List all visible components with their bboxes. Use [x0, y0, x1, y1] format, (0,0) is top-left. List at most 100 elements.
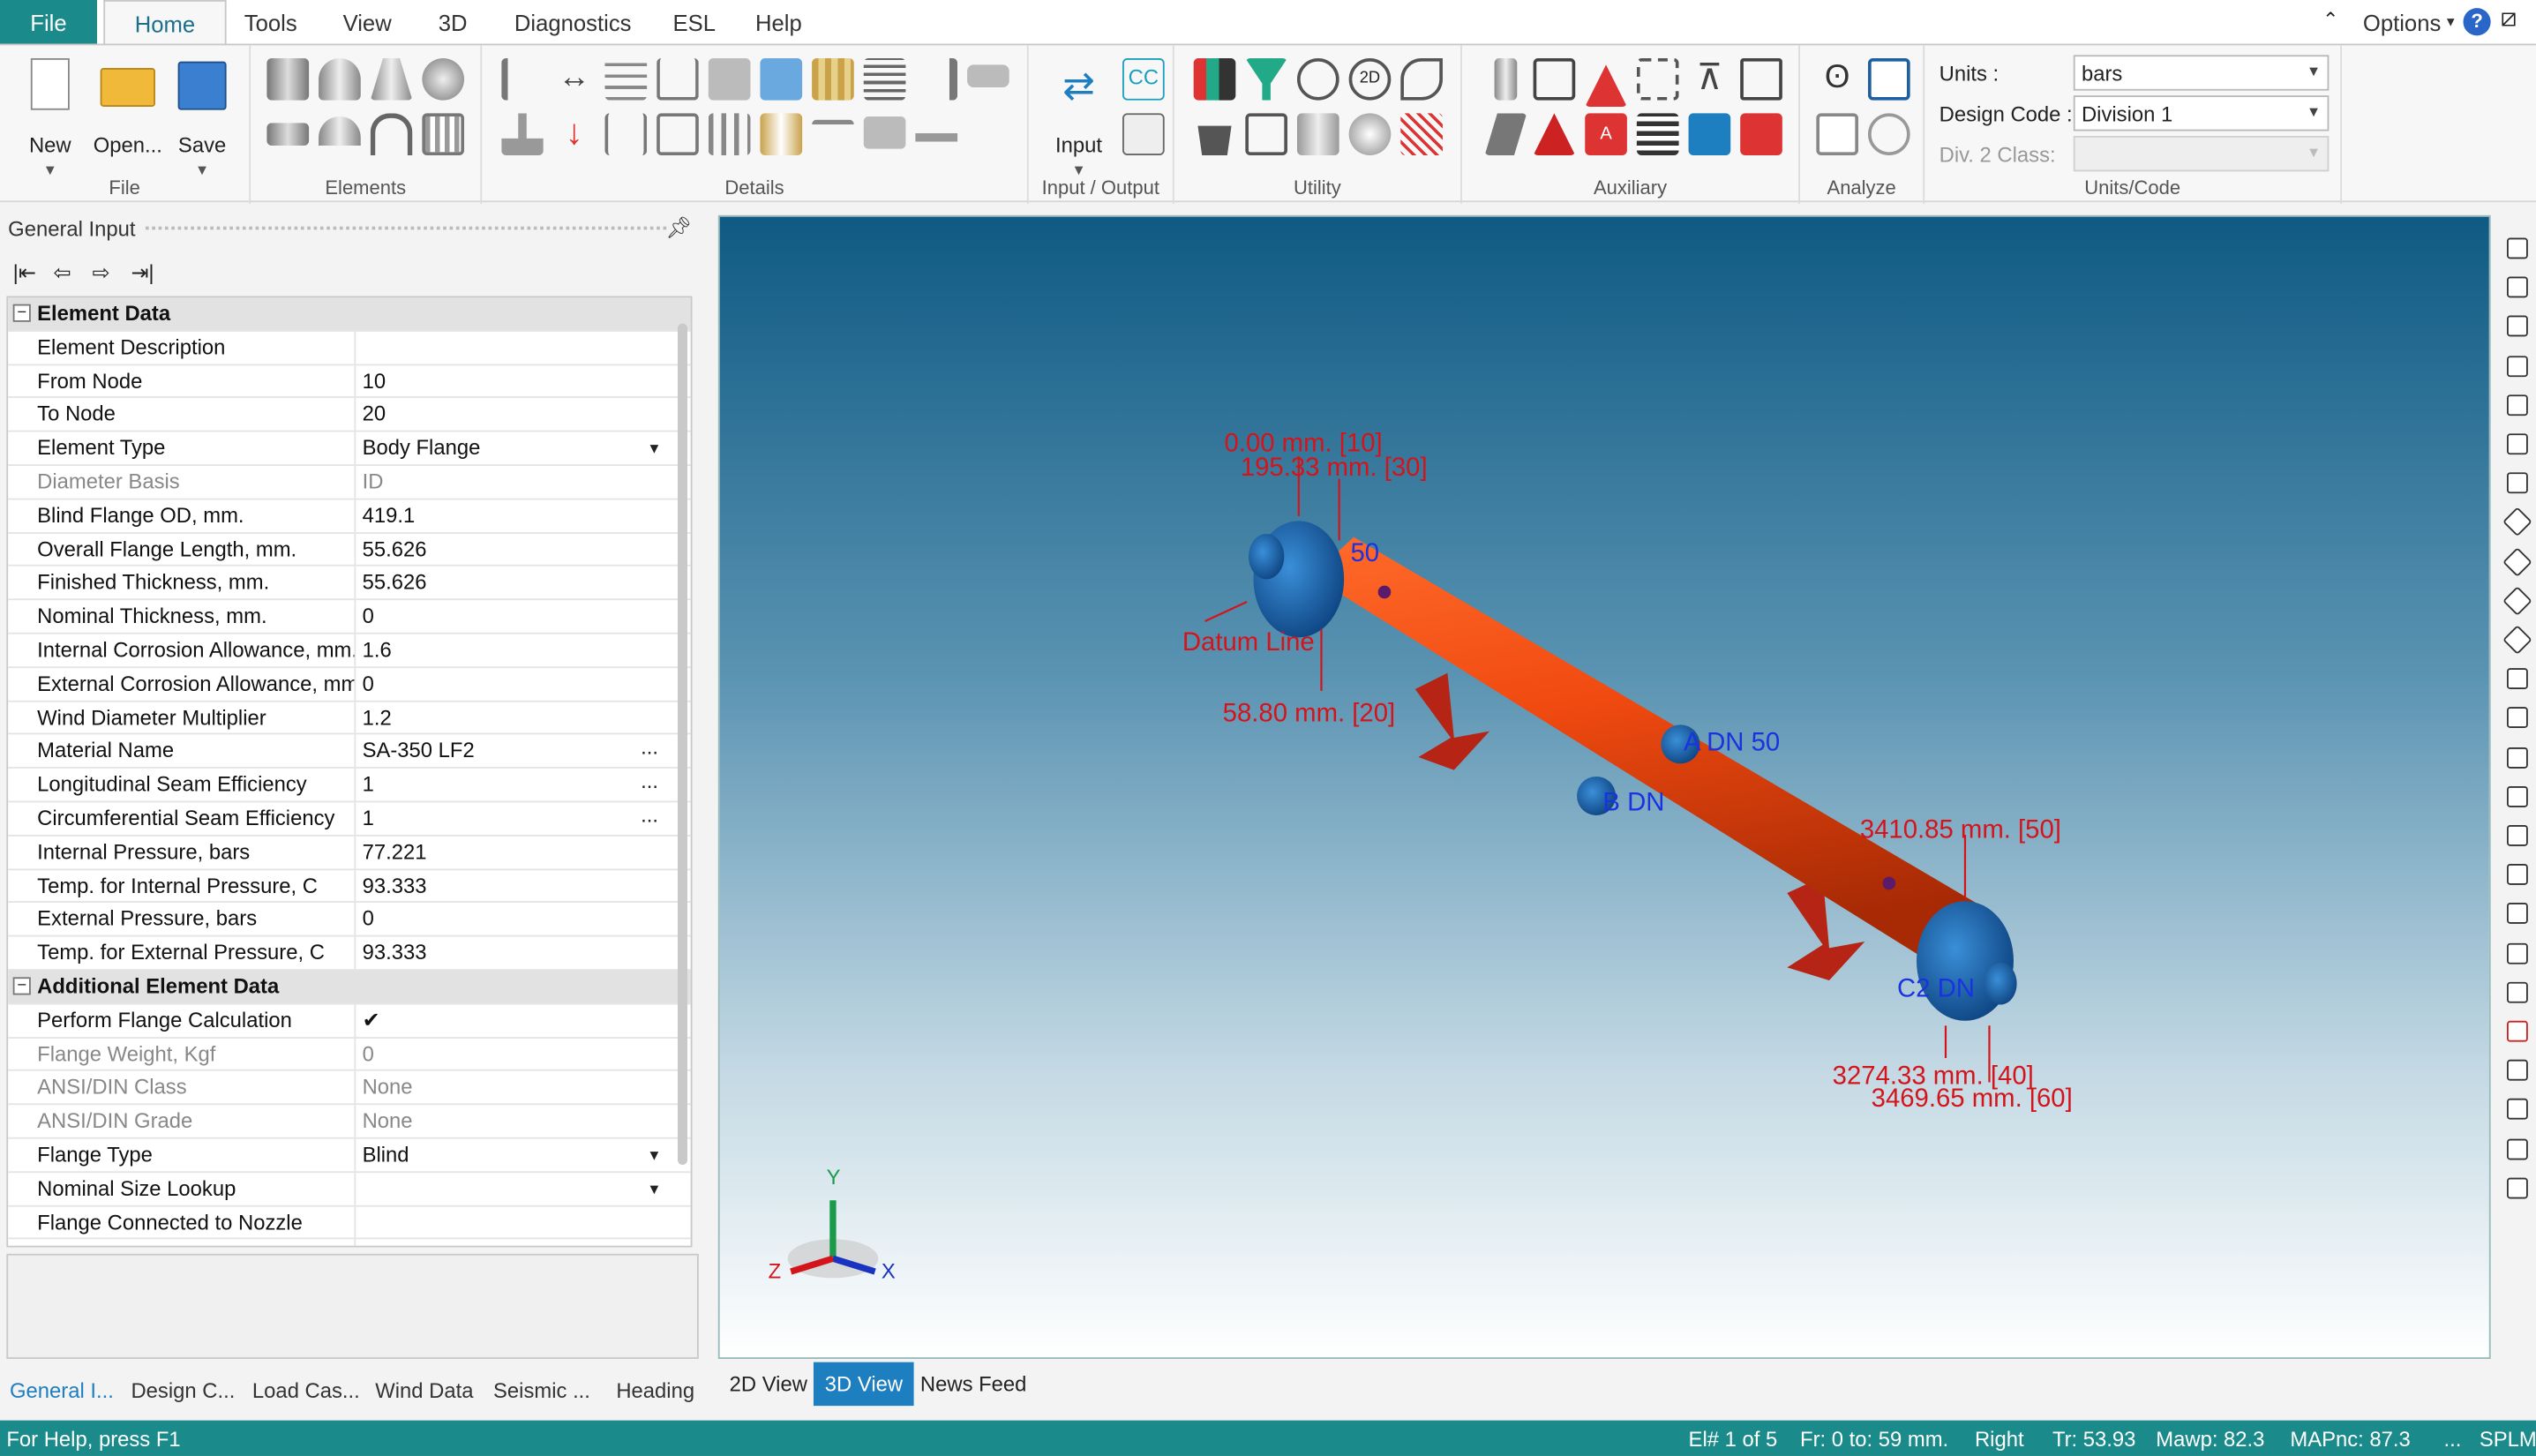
- property-value[interactable]: 0: [356, 904, 671, 935]
- view-tool-icon[interactable]: [2506, 747, 2528, 769]
- nozzle-icon[interactable]: ↔: [553, 58, 596, 101]
- connect-icon[interactable]: [1400, 57, 1443, 101]
- packing-icon[interactable]: [812, 57, 854, 101]
- design-code-combo[interactable]: Division 1 ▼: [2073, 95, 2330, 131]
- filter-icon[interactable]: [1245, 57, 1287, 101]
- view-tool-icon[interactable]: [2506, 472, 2528, 494]
- file-menu-tab[interactable]: File: [0, 0, 97, 44]
- property-row[interactable]: Overall Flange Length, mm. 55.626: [8, 533, 691, 567]
- property-category[interactable]: − Additional Element Data: [8, 970, 691, 1004]
- right-blind-flange[interactable]: [1984, 962, 2017, 1005]
- view-tool-icon[interactable]: [2506, 316, 2528, 338]
- view-tool-icon[interactable]: [2502, 546, 2532, 577]
- property-row[interactable]: Diameter Basis ID: [8, 465, 691, 500]
- liquid-icon[interactable]: [657, 113, 699, 155]
- property-row[interactable]: Circumferential Seam Efficiency 1...: [8, 802, 691, 837]
- stack-icon[interactable]: [1193, 57, 1236, 101]
- tab-design-constraints[interactable]: Design C...: [128, 1373, 238, 1408]
- saddle-left[interactable]: [1414, 672, 1490, 770]
- view-tool-icon[interactable]: [2506, 1060, 2528, 1081]
- view-tool-icon[interactable]: [2506, 903, 2528, 925]
- property-row[interactable]: Nominal Thickness, mm. 0: [8, 600, 691, 634]
- property-value[interactable]: Body Flange: [356, 432, 671, 464]
- view-tool-icon[interactable]: [2502, 507, 2532, 537]
- property-value[interactable]: 93.333: [356, 869, 671, 901]
- property-value[interactable]: 1: [356, 802, 671, 834]
- view-tool-icon[interactable]: [2506, 785, 2528, 807]
- tab-3d[interactable]: 3D: [439, 0, 468, 43]
- expansion-joint-icon[interactable]: [604, 113, 648, 155]
- tab-news-feed[interactable]: News Feed: [909, 1362, 1038, 1406]
- pin-icon[interactable]: 📌︎: [665, 215, 692, 241]
- collapse-ribbon-icon[interactable]: ⌃: [2322, 8, 2338, 31]
- pdf-icon[interactable]: [1740, 113, 1782, 155]
- property-row[interactable]: Material Name SA-350 LF2...: [8, 734, 691, 769]
- tab-help[interactable]: Help: [755, 0, 802, 43]
- property-value[interactable]: [356, 1240, 671, 1246]
- property-value[interactable]: [356, 331, 671, 363]
- review-icon[interactable]: [1867, 113, 1910, 155]
- lug-icon[interactable]: [760, 57, 803, 101]
- property-value[interactable]: 10: [356, 365, 671, 397]
- tab-diagnostics[interactable]: Diagnostics: [514, 0, 632, 43]
- view-tool-icon[interactable]: [2506, 864, 2528, 886]
- property-value[interactable]: None: [356, 1105, 671, 1137]
- property-value[interactable]: [356, 1173, 671, 1205]
- body-flange-icon[interactable]: [422, 113, 465, 155]
- property-value[interactable]: [356, 1206, 671, 1238]
- compass-icon[interactable]: ⊼: [1689, 57, 1731, 101]
- property-row[interactable]: Flange Connected to Nozzle: [8, 1205, 691, 1240]
- calculator-icon[interactable]: [1688, 113, 1731, 155]
- property-row[interactable]: Internal Pressure, bars 77.221: [8, 836, 691, 870]
- ellipsis-button[interactable]: ...: [641, 802, 658, 826]
- cc-button[interactable]: CC: [1122, 57, 1165, 101]
- ellipsis-button[interactable]: ...: [641, 769, 658, 792]
- property-row[interactable]: Temp. for Internal Pressure, C 93.333: [8, 869, 691, 904]
- tab-view[interactable]: View: [343, 0, 392, 43]
- left-blind-flange[interactable]: [1248, 533, 1285, 580]
- property-row[interactable]: Perform Flange Calculation ✔: [8, 1003, 691, 1039]
- toriconical-icon[interactable]: [370, 113, 413, 155]
- last-element-icon[interactable]: ⇥|: [131, 260, 163, 286]
- tab-wind-data[interactable]: Wind Data: [372, 1373, 477, 1408]
- tab-load-cases[interactable]: Load Cas...: [249, 1373, 363, 1408]
- property-value[interactable]: 20: [356, 399, 671, 431]
- property-row[interactable]: External Corrosion Allowance, mm. 0: [8, 667, 691, 702]
- saddle-icon[interactable]: [657, 57, 699, 101]
- view-tool-icon[interactable]: [2506, 707, 2528, 729]
- property-row[interactable]: ANSI/DIN Class None: [8, 1071, 691, 1106]
- property-row[interactable]: External Pressure, bars 0: [8, 903, 691, 937]
- view-tool-icon[interactable]: [2506, 942, 2528, 964]
- flange-icon[interactable]: [266, 123, 310, 146]
- view-tool-icon[interactable]: [2506, 394, 2528, 416]
- cylinder-utility-icon[interactable]: [1296, 113, 1339, 155]
- save-button[interactable]: Save ▼: [165, 55, 239, 184]
- drawing-icon[interactable]: [1533, 57, 1576, 101]
- analyze-report-icon[interactable]: [1867, 57, 1910, 101]
- output-review-icon[interactable]: [1122, 113, 1165, 155]
- cylinder-icon[interactable]: [266, 57, 310, 101]
- view-tool-icon[interactable]: [2506, 1020, 2528, 1042]
- property-row[interactable]: Element Description: [8, 331, 691, 365]
- property-value[interactable]: SA-350 LF2: [356, 735, 671, 767]
- view-tool-icon[interactable]: [2506, 433, 2528, 455]
- property-value[interactable]: 77.221: [356, 836, 671, 867]
- tab-esl[interactable]: ESL: [672, 0, 716, 43]
- vessel-shell[interactable]: [1311, 537, 1982, 974]
- elliptical-head-icon[interactable]: [319, 57, 361, 101]
- property-value[interactable]: 1.2: [356, 702, 671, 733]
- analyze-people-icon[interactable]: ʘ: [1816, 58, 1858, 101]
- units-combo[interactable]: bars ▼: [2073, 55, 2330, 91]
- weight-icon[interactable]: [915, 57, 958, 101]
- open-button[interactable]: Open...: [91, 55, 165, 184]
- view-tool-icon[interactable]: [2506, 1137, 2528, 1160]
- cone-icon[interactable]: [370, 57, 413, 101]
- property-value[interactable]: Blind: [356, 1139, 671, 1171]
- property-value[interactable]: 0: [356, 668, 671, 700]
- property-value[interactable]: 1.6: [356, 634, 671, 666]
- property-row[interactable]: Wind Diameter Multiplier 1.2: [8, 701, 691, 735]
- property-value[interactable]: ✔: [356, 1004, 671, 1036]
- view-tool-icon[interactable]: [2506, 237, 2528, 259]
- skirt-icon[interactable]: [501, 113, 544, 155]
- view-tool-icon[interactable]: [2506, 355, 2528, 377]
